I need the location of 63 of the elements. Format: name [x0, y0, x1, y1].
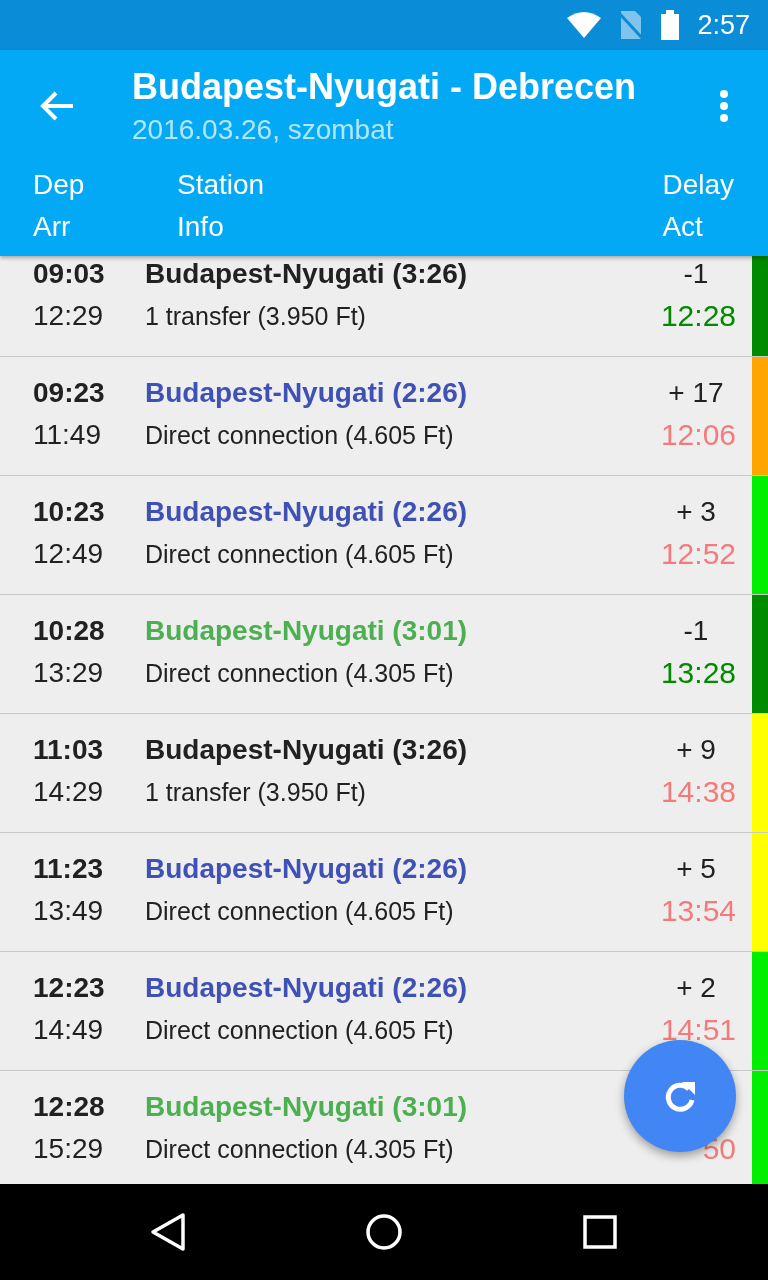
arrival-time: 15:29 — [33, 1132, 105, 1166]
arrival-time: 13:29 — [33, 656, 105, 690]
delay-value: + 9 — [676, 733, 716, 767]
arrival-time: 12:49 — [33, 537, 105, 571]
departure-time: 12:23 — [33, 971, 106, 1005]
actual-time: 12:28 — [660, 298, 736, 334]
actual-time: 12:52 — [660, 536, 736, 572]
delay-value: + 5 — [676, 852, 716, 886]
arrival-time: 13:49 — [33, 894, 105, 928]
station-name: Budapest-Nyugati (2:26) — [145, 495, 469, 529]
actual-time: 13:28 — [660, 655, 736, 691]
actual-time: 12:06 — [660, 417, 736, 453]
departure-time: 09:23 — [33, 376, 106, 410]
delay-value: + 3 — [676, 495, 716, 529]
delay-value: -1 — [683, 257, 709, 291]
connection-info: 1 transfer (3.950 Ft) — [145, 301, 367, 332]
column-header: Delay — [662, 168, 734, 202]
delay-value: + 17 — [668, 376, 724, 410]
station-name: Budapest-Nyugati (2:26) — [145, 852, 469, 886]
actual-time: 14:51 — [660, 1012, 736, 1048]
connection-info: Direct connection (4.305 Ft) — [145, 658, 455, 689]
status-time: 2:57 — [697, 9, 750, 41]
back-arrow-icon — [39, 90, 75, 122]
arrival-time: 11:49 — [33, 418, 102, 452]
station-name: Budapest-Nyugati (3:01) — [145, 614, 469, 648]
arrival-time: 14:29 — [33, 775, 105, 809]
connection-info: Direct connection (4.605 Ft) — [145, 896, 455, 927]
delay-value: -1 — [683, 614, 709, 648]
wifi-icon — [567, 12, 602, 38]
departure-time: 10:23 — [33, 495, 106, 529]
column-header: Dep — [33, 168, 86, 202]
battery-icon — [661, 10, 680, 40]
actual-time: 13:54 — [660, 893, 736, 929]
connection-info: Direct connection (4.605 Ft) — [145, 420, 455, 451]
more-options-icon — [719, 89, 729, 123]
arrival-time: 14:49 — [33, 1013, 105, 1047]
back-triangle-icon — [150, 1212, 186, 1252]
home-circle-icon — [365, 1213, 403, 1251]
station-name: Budapest-Nyugati (3:26) — [145, 257, 469, 291]
arrival-time: 12:29 — [33, 299, 105, 333]
no-sim-icon — [619, 11, 644, 39]
column-header: Act — [662, 210, 704, 244]
connection-info: Direct connection (4.605 Ft) — [145, 1015, 455, 1046]
connection-info: 1 transfer (3.950 Ft) — [145, 777, 367, 808]
departure-time: 10:28 — [33, 614, 106, 648]
route-title: Budapest-Nyugati - Debrecen — [132, 66, 638, 108]
date-subtitle: 2016.03.26, szombat — [132, 114, 395, 146]
departure-time: 11:03 — [33, 733, 105, 767]
column-header: Arr — [33, 210, 72, 244]
station-name: Budapest-Nyugati (2:26) — [145, 971, 469, 1005]
station-name: Budapest-Nyugati (2:26) — [145, 376, 469, 410]
station-name: Budapest-Nyugati (3:26) — [145, 733, 469, 767]
delay-value: + 2 — [676, 971, 716, 1005]
station-name: Budapest-Nyugati (3:01) — [145, 1090, 469, 1124]
recents-square-icon — [583, 1215, 617, 1249]
column-header: Info — [177, 210, 225, 244]
column-header: Station — [177, 168, 266, 202]
actual-time: 14:38 — [660, 774, 736, 810]
departure-time: 09:03 — [33, 257, 106, 291]
departure-time: 12:28 — [33, 1090, 106, 1124]
departure-time: 11:23 — [33, 852, 105, 886]
connection-info: Direct connection (4.305 Ft) — [145, 1134, 455, 1165]
connection-info: Direct connection (4.605 Ft) — [145, 539, 455, 570]
